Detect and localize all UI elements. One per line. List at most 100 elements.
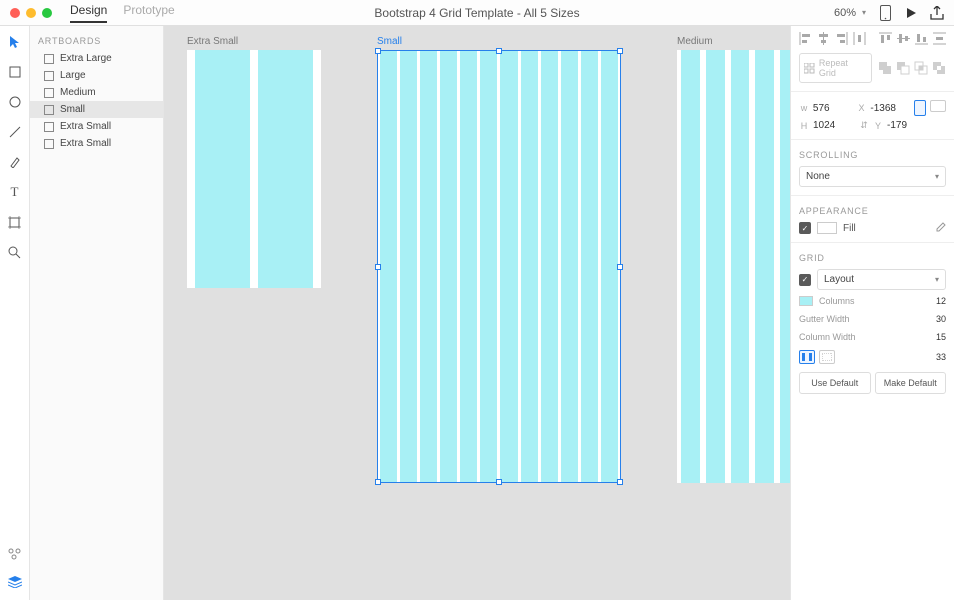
layer-item[interactable]: Large bbox=[30, 67, 163, 84]
inspector-panel: Repeat Grid w 576 X -1368 H 1024 ⇵ Y bbox=[790, 26, 954, 600]
orientation-portrait-icon[interactable] bbox=[914, 100, 926, 116]
column-width-input[interactable]: 15 bbox=[936, 332, 946, 342]
ellipse-tool-icon[interactable] bbox=[7, 94, 23, 110]
grid-columns bbox=[187, 50, 321, 288]
boolean-ops bbox=[878, 61, 946, 75]
layer-label: Extra Small bbox=[60, 121, 111, 132]
chevron-down-icon: ▾ bbox=[862, 8, 866, 17]
artboard-icon bbox=[44, 71, 54, 81]
gutter-input[interactable]: 30 bbox=[936, 314, 946, 324]
zoom-tool-icon[interactable] bbox=[7, 244, 23, 260]
rectangle-tool-icon[interactable] bbox=[7, 64, 23, 80]
maximize-window[interactable] bbox=[42, 8, 52, 18]
layer-item[interactable]: Medium bbox=[30, 84, 163, 101]
fill-label: Fill bbox=[843, 223, 856, 234]
canvas[interactable]: Extra Small Small Medium bbox=[164, 26, 790, 600]
layer-label: Extra Small bbox=[60, 138, 111, 149]
artboard-medium[interactable]: Medium bbox=[677, 50, 790, 483]
select-tool-icon[interactable] bbox=[7, 34, 23, 50]
artboard-label[interactable]: Medium bbox=[677, 36, 713, 47]
appearance-header: APPEARANCE bbox=[799, 206, 946, 216]
grid-column bbox=[780, 50, 790, 483]
columns-label: Columns bbox=[819, 296, 855, 306]
layer-label: Small bbox=[60, 104, 85, 115]
align-left-icon[interactable] bbox=[799, 32, 812, 45]
layers-icon[interactable] bbox=[7, 574, 23, 590]
columns-input[interactable]: 12 bbox=[936, 296, 946, 306]
scrolling-value: None bbox=[806, 171, 830, 182]
line-tool-icon[interactable] bbox=[7, 124, 23, 140]
x-input[interactable]: -1368 bbox=[870, 103, 910, 114]
align-hcenter-icon[interactable] bbox=[817, 32, 830, 45]
tab-prototype[interactable]: Prototype bbox=[123, 3, 174, 23]
grid-type-dropdown[interactable]: Layout ▾ bbox=[817, 269, 946, 290]
grid-columns bbox=[677, 50, 790, 483]
layer-item[interactable]: Extra Small bbox=[30, 118, 163, 135]
margin-separate-icon[interactable] bbox=[819, 350, 835, 364]
align-bottom-icon[interactable] bbox=[915, 32, 928, 45]
grid-column bbox=[681, 50, 700, 483]
scrolling-header: SCROLLING bbox=[799, 150, 946, 160]
lock-aspect-icon[interactable]: ⇵ bbox=[859, 120, 869, 131]
column-color-swatch[interactable] bbox=[799, 296, 813, 306]
close-window[interactable] bbox=[10, 8, 20, 18]
align-top-icon[interactable] bbox=[879, 32, 892, 45]
layer-item[interactable]: Extra Small bbox=[30, 135, 163, 152]
align-right-icon[interactable] bbox=[835, 32, 848, 45]
minimize-window[interactable] bbox=[26, 8, 36, 18]
grid-margin-mode bbox=[799, 350, 835, 364]
zoom-level[interactable]: 60% ▾ bbox=[834, 7, 866, 19]
tab-design[interactable]: Design bbox=[70, 3, 107, 23]
bool-exclude-icon[interactable] bbox=[932, 61, 946, 75]
play-icon[interactable] bbox=[904, 6, 918, 20]
align-hdist-icon[interactable] bbox=[853, 32, 866, 45]
eyedropper-icon[interactable] bbox=[934, 222, 946, 234]
scrolling-dropdown[interactable]: None ▾ bbox=[799, 166, 946, 187]
artboard-label[interactable]: Small bbox=[377, 36, 402, 47]
repeat-grid-button[interactable]: Repeat Grid bbox=[799, 53, 872, 83]
grid-type-value: Layout bbox=[824, 274, 854, 285]
make-default-button[interactable]: Make Default bbox=[875, 372, 947, 394]
artboard-extra-small[interactable]: Extra Small bbox=[187, 50, 321, 288]
artboard-icon bbox=[44, 88, 54, 98]
text-tool-icon[interactable]: T bbox=[7, 184, 23, 200]
column-width-label: Column Width bbox=[799, 332, 856, 342]
align-horizontal-group bbox=[799, 32, 866, 45]
grid-header: GRID bbox=[799, 253, 946, 263]
document-title: Bootstrap 4 Grid Template - All 5 Sizes bbox=[374, 6, 579, 20]
share-icon[interactable] bbox=[930, 6, 944, 20]
grid-column bbox=[541, 50, 558, 483]
artboard-small[interactable]: Small bbox=[377, 50, 621, 483]
align-vdist-icon[interactable] bbox=[933, 32, 946, 45]
y-input[interactable]: -179 bbox=[887, 120, 927, 131]
assets-icon[interactable] bbox=[7, 546, 23, 562]
pen-tool-icon[interactable] bbox=[7, 154, 23, 170]
margin-input[interactable]: 33 bbox=[936, 352, 946, 362]
grid-column bbox=[400, 50, 417, 483]
device-preview-icon[interactable] bbox=[878, 6, 892, 20]
layer-item[interactable]: Extra Large bbox=[30, 50, 163, 67]
gutter-label: Gutter Width bbox=[799, 314, 850, 324]
width-input[interactable]: 576 bbox=[813, 103, 853, 114]
artboard-tool-icon[interactable] bbox=[7, 214, 23, 230]
orientation-landscape-icon[interactable] bbox=[930, 100, 946, 112]
align-vertical-group bbox=[879, 32, 946, 45]
grid-column bbox=[460, 50, 477, 483]
bool-intersect-icon[interactable] bbox=[914, 61, 928, 75]
layer-label: Medium bbox=[60, 87, 96, 98]
mode-tabs: Design Prototype bbox=[70, 3, 175, 23]
fill-checkbox[interactable]: ✓ bbox=[799, 222, 811, 234]
bool-add-icon[interactable] bbox=[878, 61, 892, 75]
artboard-label[interactable]: Extra Small bbox=[187, 36, 238, 47]
layer-item[interactable]: Small bbox=[30, 101, 163, 118]
align-vcenter-icon[interactable] bbox=[897, 32, 910, 45]
use-default-button[interactable]: Use Default bbox=[799, 372, 871, 394]
margin-linked-icon[interactable] bbox=[799, 350, 815, 364]
artboard-icon bbox=[44, 105, 54, 115]
grid-column bbox=[561, 50, 578, 483]
grid-checkbox[interactable]: ✓ bbox=[799, 274, 811, 286]
fill-swatch[interactable] bbox=[817, 222, 837, 234]
grid-column bbox=[195, 50, 250, 288]
bool-subtract-icon[interactable] bbox=[896, 61, 910, 75]
height-input[interactable]: 1024 bbox=[813, 120, 853, 131]
